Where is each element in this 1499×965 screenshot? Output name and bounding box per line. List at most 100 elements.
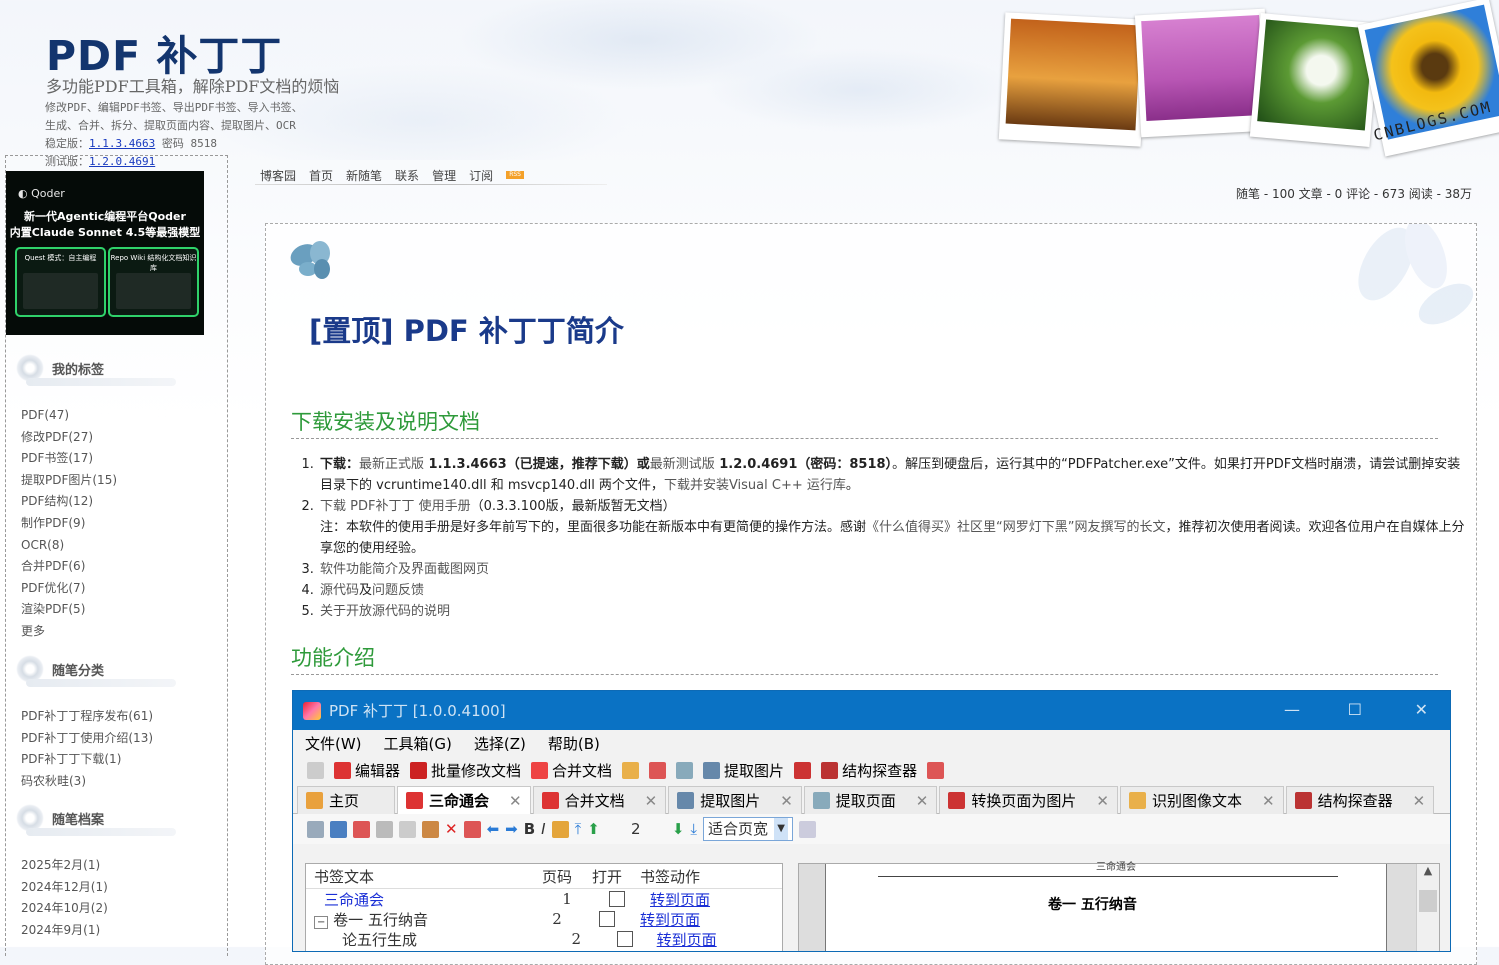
collapse-icon: −	[314, 915, 329, 929]
tag-link[interactable]: 制作PDF(9)	[21, 513, 117, 535]
tag-link[interactable]: PDF(47)	[21, 405, 117, 427]
smzdm-article-link[interactable]: 《什么值得买》社区里“网罗灯下黑”网友撰写的长文	[866, 520, 1165, 535]
stable-release-link[interactable]: 最新正式版	[359, 457, 424, 472]
ad-headline: 新一代Agentic编程平台Qoder	[24, 210, 186, 223]
ocr-icon	[1128, 792, 1146, 809]
maximize-icon: ☐	[1347, 700, 1362, 719]
tag-link[interactable]: OCR(8)	[21, 535, 117, 557]
app-logo-icon	[303, 701, 321, 720]
nav-contact[interactable]: 联系	[395, 167, 419, 184]
tag-link[interactable]: PDF结构(12)	[21, 491, 117, 513]
col-open: 打开	[591, 867, 622, 886]
archive-link[interactable]: 2025年2月(1)	[21, 855, 108, 877]
editor-icon	[334, 761, 351, 779]
post-container: [置顶] PDF 补丁丁简介 下载安装及说明文档 下载：最新正式版 1.1.3.…	[265, 223, 1477, 965]
post-title[interactable]: [置顶] PDF 补丁丁简介	[309, 308, 624, 350]
checkbox	[599, 911, 615, 927]
batch-icon	[410, 761, 428, 779]
arrow-left-icon: ⬅	[486, 820, 500, 838]
tag-link[interactable]: 渲染PDF(5)	[21, 599, 117, 621]
zoom-select: 适合页宽 ▼	[703, 817, 794, 841]
archive-list: 2025年2月(1) 2024年12月(1) 2024年10月(2) 2024年…	[21, 855, 108, 941]
test-release-link[interactable]: 最新测试版	[650, 457, 715, 472]
merge-icon	[531, 761, 549, 779]
ad-banner[interactable]: ◐ Qoder 新一代Agentic编程平台Qoder 内置Claude Son…	[6, 171, 204, 335]
scrollbar-thumb	[1419, 890, 1437, 912]
open-source-link[interactable]: 关于开放源代码的说明	[320, 604, 450, 619]
category-link[interactable]: PDF补丁丁下载(1)	[21, 749, 153, 771]
preview-scrollbar: ▲	[1416, 864, 1439, 951]
nav-cnblogs[interactable]: 博客园	[260, 167, 296, 184]
blog-stats: 随笔 - 100 文章 - 0 评论 - 673 阅读 - 38万	[1236, 187, 1472, 201]
close-tab-icon: ✕	[509, 791, 522, 810]
bookmark-page: 2	[571, 930, 582, 948]
site-description-line-1: 修改PDF、编辑PDF书签、导出PDF书签、导入书签、	[45, 101, 303, 114]
tab-structure: 结构探查器 ✕	[1285, 786, 1435, 814]
bookmark-open	[582, 911, 632, 927]
col-bookmark-text: 书签文本	[314, 867, 375, 886]
app-main-toolbar: 编辑器 批量修改文档 合并文档 提取图片 结构探查器	[293, 756, 1450, 784]
nav-admin[interactable]: 管理	[432, 167, 456, 184]
manual-item: 下载 PDF补丁丁 使用手册（0.3.3.100版，最新版暂无文档） 注：本软件…	[318, 496, 1468, 559]
tab-render-pages: 转换页面为图片 ✕	[939, 786, 1118, 814]
checkbox	[609, 891, 625, 907]
tag-link[interactable]: 合并PDF(6)	[21, 556, 117, 578]
arrow-right-icon: ➡	[505, 820, 518, 838]
grip-icon	[307, 761, 324, 779]
delete-icon: ✕	[445, 820, 458, 838]
structure-icon	[1294, 792, 1312, 809]
next-page-icon: ⬇	[671, 820, 685, 838]
archive-link[interactable]: 2024年12月(1)	[21, 877, 108, 899]
menu-help: 帮助(B)	[547, 734, 600, 753]
features-page-link[interactable]: 软件功能简介及界面截图网页	[320, 562, 489, 577]
image-icon	[703, 761, 721, 779]
close-icon: ✕	[1414, 700, 1428, 719]
tag-link[interactable]: 提取PDF图片(15)	[21, 470, 117, 492]
nav-new-post[interactable]: 新随笔	[346, 167, 382, 184]
undo-icon	[376, 820, 393, 838]
bookmark-action: 转到页面	[650, 890, 711, 909]
tag-link[interactable]: 修改PDF(27)	[21, 427, 117, 449]
app-window-title: PDF 补丁丁 [1.0.0.4100]	[329, 702, 506, 720]
source-code-item: 源代码及问题反馈	[318, 580, 1468, 601]
ad-card-quest: Quest 模式：自主编程	[15, 247, 106, 317]
close-tab-icon: ✕	[915, 791, 929, 810]
archive-link[interactable]: 2024年9月(1)	[21, 920, 108, 942]
tab-extract-images: 提取图片 ✕	[668, 786, 802, 814]
app-menubar: 文件(W) 工具箱(G) 选择(Z) 帮助(B)	[293, 730, 1450, 756]
bookmark-action: 转到页面	[640, 910, 701, 929]
nav-subscribe[interactable]: 订阅	[469, 167, 493, 184]
heading-underline	[26, 828, 176, 836]
category-link[interactable]: 码农秋畦(3)	[21, 771, 153, 793]
issue-feedback-link[interactable]: 问题反馈	[372, 583, 424, 598]
bold-icon: B	[523, 820, 536, 838]
merge-icon	[541, 792, 559, 809]
pdf-icon	[649, 761, 667, 779]
category-link[interactable]: PDF补丁丁使用介绍(13)	[21, 728, 153, 750]
checkbox	[616, 931, 633, 947]
stable-version-link[interactable]: 1.1.3.4663	[89, 137, 155, 150]
bookmark-page: 2	[552, 910, 562, 928]
tag-link[interactable]: PDF书签(17)	[21, 448, 117, 470]
bookmark-text-cell: − 卷一 五行纳音	[306, 909, 532, 930]
scroll-up-icon: ▲	[1423, 864, 1433, 877]
tag-link[interactable]: PDF优化(7)	[21, 578, 117, 600]
rss-icon[interactable]: RSS	[506, 171, 525, 179]
manual-note: 注：本软件的使用手册是好多年前写下的，里面很多功能在新版本中有更简便的操作方法。…	[320, 520, 867, 535]
close-tab-icon: ✕	[1261, 791, 1275, 810]
manual-download-link[interactable]: 下载 PDF补丁丁 使用手册	[320, 499, 471, 514]
butterfly-icon	[290, 241, 330, 279]
tags-more-link[interactable]: 更多	[21, 621, 117, 643]
flower-decoration-icon	[1358, 224, 1474, 325]
nav-home[interactable]: 首页	[309, 167, 333, 184]
view-options-icon	[799, 820, 817, 838]
app-tabs: 主页 三命通会 ✕ 合并文档 ✕ 提取图片 ✕ 提取页面 ✕ 转换页面为图片 ✕ 识别图像…	[293, 784, 1450, 814]
app-title-bar: PDF 补丁丁 [1.0.0.4100] — ☐ ✕	[293, 691, 1450, 730]
category-link[interactable]: PDF补丁丁程序发布(61)	[21, 706, 153, 728]
bookmark-row: 论五行生成 2 转到页面	[306, 929, 782, 949]
sidebar: ◐ Qoder 新一代Agentic编程平台Qoder 内置Claude Son…	[5, 155, 228, 956]
archive-link[interactable]: 2024年10月(2)	[21, 898, 108, 920]
source-code-link[interactable]: 源代码	[320, 583, 359, 598]
download-label: 下载：	[320, 457, 360, 472]
vc-runtime-link[interactable]: 下载并安装Visual C++ 运行库	[664, 478, 846, 493]
